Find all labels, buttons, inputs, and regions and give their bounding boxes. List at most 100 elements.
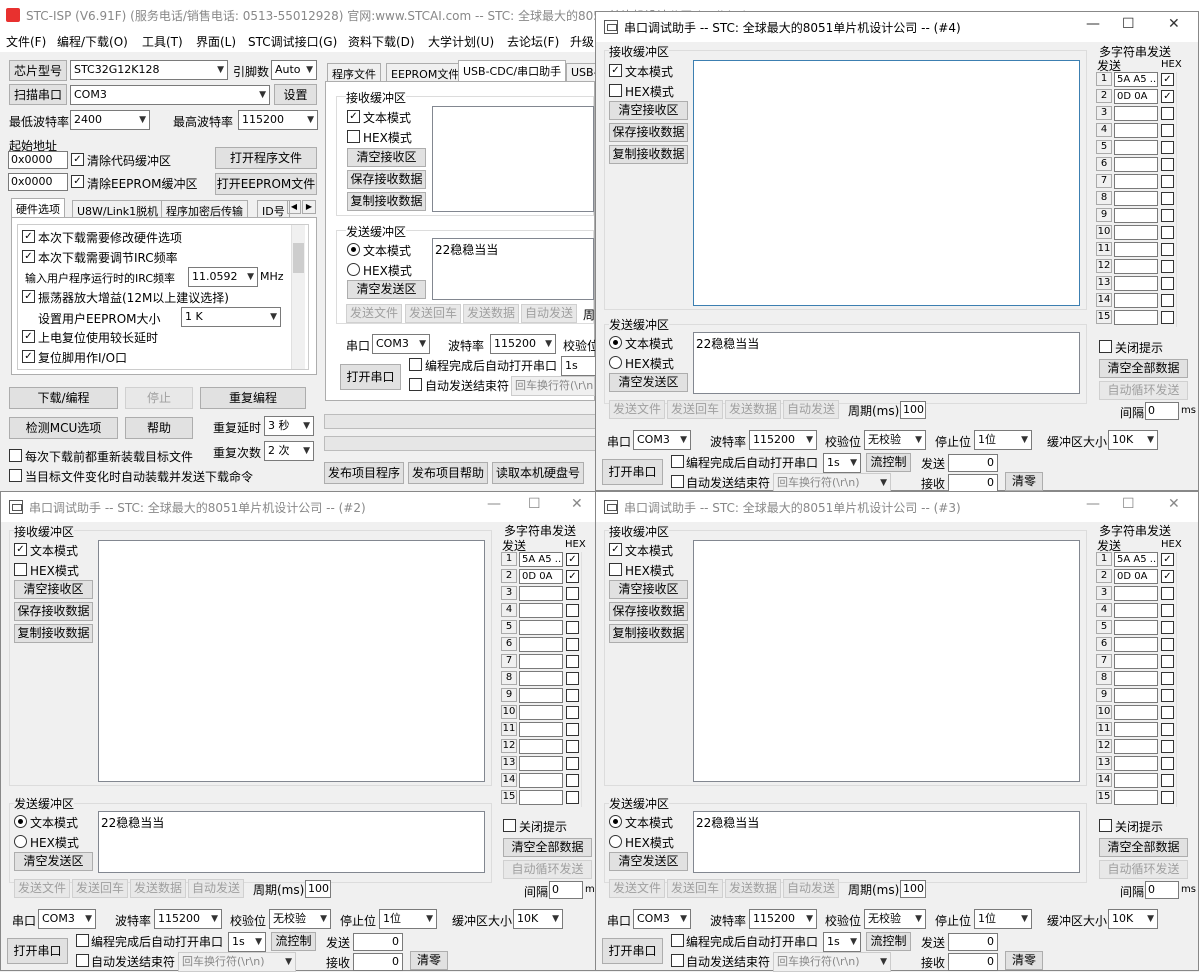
s3-tx-text-radio[interactable] <box>609 815 622 828</box>
s3-copy-rx-button[interactable]: 复制接收数据 <box>609 624 688 643</box>
s4-period-input[interactable]: 100 <box>900 401 926 419</box>
multi-send-index-button[interactable]: 15 <box>501 790 517 804</box>
close-icon[interactable]: ✕ <box>571 496 583 512</box>
chip-select[interactable]: STC32G12K128 ▼ <box>70 60 228 80</box>
multi-send-hex-checkbox[interactable] <box>566 672 579 685</box>
multi-send-index-button[interactable]: 7 <box>1096 654 1112 668</box>
multi-send-index-button[interactable]: 5 <box>1096 140 1112 154</box>
s3-send-data-button[interactable]: 发送数据 <box>725 879 781 898</box>
reload-each-checkbox[interactable] <box>9 449 22 462</box>
irc-freq-select[interactable]: 11.0592 ▼ <box>188 267 258 287</box>
multi-send-index-button[interactable]: 12 <box>1096 739 1112 753</box>
multi-send-hex-checkbox[interactable]: ✓ <box>1161 90 1174 103</box>
s3-port-select[interactable]: COM3 ▼ <box>633 909 691 929</box>
s2-parity-select[interactable]: 无校验 ▼ <box>269 909 331 929</box>
s3-clear-rx-button[interactable]: 清空接收区 <box>609 580 688 599</box>
main-clear-tx-button[interactable]: 清空发送区 <box>347 280 426 299</box>
menu-interface[interactable]: 界面(L) <box>196 33 236 50</box>
s3-auto-send-button[interactable]: 自动发送 <box>783 879 839 898</box>
menu-tools[interactable]: 工具(T) <box>142 33 183 50</box>
multi-send-index-button[interactable]: 1 <box>1096 552 1112 566</box>
reprogram-button[interactable]: 重复编程 <box>200 387 306 409</box>
minimize-icon[interactable]: — <box>1086 16 1100 32</box>
multi-send-hex-checkbox[interactable] <box>1161 757 1174 770</box>
multi-send-input[interactable] <box>1114 756 1158 771</box>
s4-auto-open-checkbox[interactable] <box>671 455 684 468</box>
options-scrollbar[interactable] <box>291 225 305 369</box>
chip-type-button[interactable]: 芯片型号 <box>9 60 67 81</box>
check-mcu-button[interactable]: 检测MCU选项 <box>9 417 118 439</box>
s3-open-port-button[interactable]: 打开串口 <box>602 938 663 964</box>
multi-send-hex-checkbox[interactable] <box>566 774 579 787</box>
code-addr-input[interactable]: 0x0000 <box>8 151 68 169</box>
read-disk-button[interactable]: 读取本机硬盘号 <box>492 462 584 484</box>
settings-button[interactable]: 设置 <box>274 84 317 105</box>
multi-send-input[interactable] <box>1114 140 1158 155</box>
main-send-enter-button[interactable]: 发送回车 <box>405 304 461 323</box>
s2-zero-button[interactable]: 清零 <box>410 951 448 970</box>
multi-send-hex-checkbox[interactable] <box>1161 226 1174 239</box>
s3-parity-select[interactable]: 无校验 ▼ <box>864 909 926 929</box>
main-hex-mode-checkbox[interactable] <box>347 130 360 143</box>
s4-copy-rx-button[interactable]: 复制接收数据 <box>609 145 688 164</box>
multi-send-index-button[interactable]: 11 <box>1096 242 1112 256</box>
multi-send-index-button[interactable]: 12 <box>1096 259 1112 273</box>
s2-newline-select[interactable]: 回车换行符(\r\n) ▼ <box>178 952 296 972</box>
multi-send-hex-checkbox[interactable] <box>566 621 579 634</box>
multi-send-index-button[interactable]: 6 <box>501 637 517 651</box>
s2-clear-all-button[interactable]: 清空全部数据 <box>503 838 592 857</box>
open-eeprom-button[interactable]: 打开EEPROM文件 <box>215 173 317 195</box>
multi-send-input[interactable] <box>1114 688 1158 703</box>
publish-program-button[interactable]: 发布项目程序 <box>324 462 404 484</box>
multi-send-input[interactable] <box>1114 276 1158 291</box>
s2-auto-loop-button[interactable]: 自动循环发送 <box>503 860 592 879</box>
multi-send-index-button[interactable]: 5 <box>501 620 517 634</box>
multi-send-index-button[interactable]: 4 <box>1096 123 1112 137</box>
s2-auto-open-time[interactable]: 1s ▼ <box>228 932 266 952</box>
s2-auto-send-button[interactable]: 自动发送 <box>188 879 244 898</box>
s2-tx-hex-radio[interactable] <box>14 835 27 848</box>
s4-save-rx-button[interactable]: 保存接收数据 <box>609 123 688 142</box>
multi-send-index-button[interactable]: 3 <box>1096 106 1112 120</box>
multi-send-hex-checkbox[interactable] <box>1161 706 1174 719</box>
multi-send-index-button[interactable]: 15 <box>1096 310 1112 324</box>
multi-send-hex-checkbox[interactable] <box>1161 294 1174 307</box>
multi-send-hex-checkbox[interactable]: ✓ <box>1161 553 1174 566</box>
close-icon[interactable]: ✕ <box>1168 16 1180 32</box>
opt-modify-hw-checkbox[interactable]: ✓ <box>22 230 35 243</box>
s4-parity-select[interactable]: 无校验 ▼ <box>864 430 926 450</box>
multi-send-scrollbar[interactable] <box>1176 552 1190 807</box>
multi-send-index-button[interactable]: 13 <box>1096 756 1112 770</box>
s2-send-enter-button[interactable]: 发送回车 <box>72 879 128 898</box>
multi-send-index-button[interactable]: 1 <box>1096 72 1112 86</box>
multi-send-index-button[interactable]: 2 <box>1096 569 1112 583</box>
main-port-select[interactable]: COM3 ▼ <box>372 334 430 354</box>
s4-flow-button[interactable]: 流控制 <box>866 453 911 472</box>
multi-send-hex-checkbox[interactable] <box>566 757 579 770</box>
multi-send-input[interactable] <box>1114 790 1158 805</box>
multi-send-hex-checkbox[interactable] <box>1161 260 1174 273</box>
s2-rx-area[interactable] <box>98 540 485 782</box>
main-tx-area[interactable]: 22稳稳当当 <box>432 238 594 300</box>
s4-clear-all-button[interactable]: 清空全部数据 <box>1099 359 1188 378</box>
multi-send-input[interactable]: 0D 0A <box>1114 569 1158 584</box>
s2-bufsize-select[interactable]: 10K ▼ <box>513 909 563 929</box>
multi-send-hex-checkbox[interactable] <box>566 587 579 600</box>
opt-gain-checkbox[interactable]: ✓ <box>22 290 35 303</box>
main-copy-rx-button[interactable]: 复制接收数据 <box>347 192 426 211</box>
multi-send-input[interactable] <box>1114 620 1158 635</box>
multi-send-input[interactable]: 5A A5 ... <box>1114 72 1158 87</box>
s4-bufsize-select[interactable]: 10K ▼ <box>1108 430 1158 450</box>
s3-tx-hex-radio[interactable] <box>609 835 622 848</box>
s4-rx-area[interactable] <box>693 60 1080 306</box>
s3-clear-all-button[interactable]: 清空全部数据 <box>1099 838 1188 857</box>
clear-eeprom-checkbox[interactable]: ✓ <box>71 175 84 188</box>
s2-copy-rx-button[interactable]: 复制接收数据 <box>14 624 93 643</box>
minimize-icon[interactable]: — <box>487 496 501 512</box>
multi-send-index-button[interactable]: 6 <box>1096 637 1112 651</box>
main-rx-area[interactable] <box>432 106 594 212</box>
s4-stop-select[interactable]: 1位 ▼ <box>974 430 1032 450</box>
multi-send-input[interactable] <box>1114 123 1158 138</box>
multi-send-input[interactable] <box>519 773 563 788</box>
multi-send-hex-checkbox[interactable] <box>566 791 579 804</box>
